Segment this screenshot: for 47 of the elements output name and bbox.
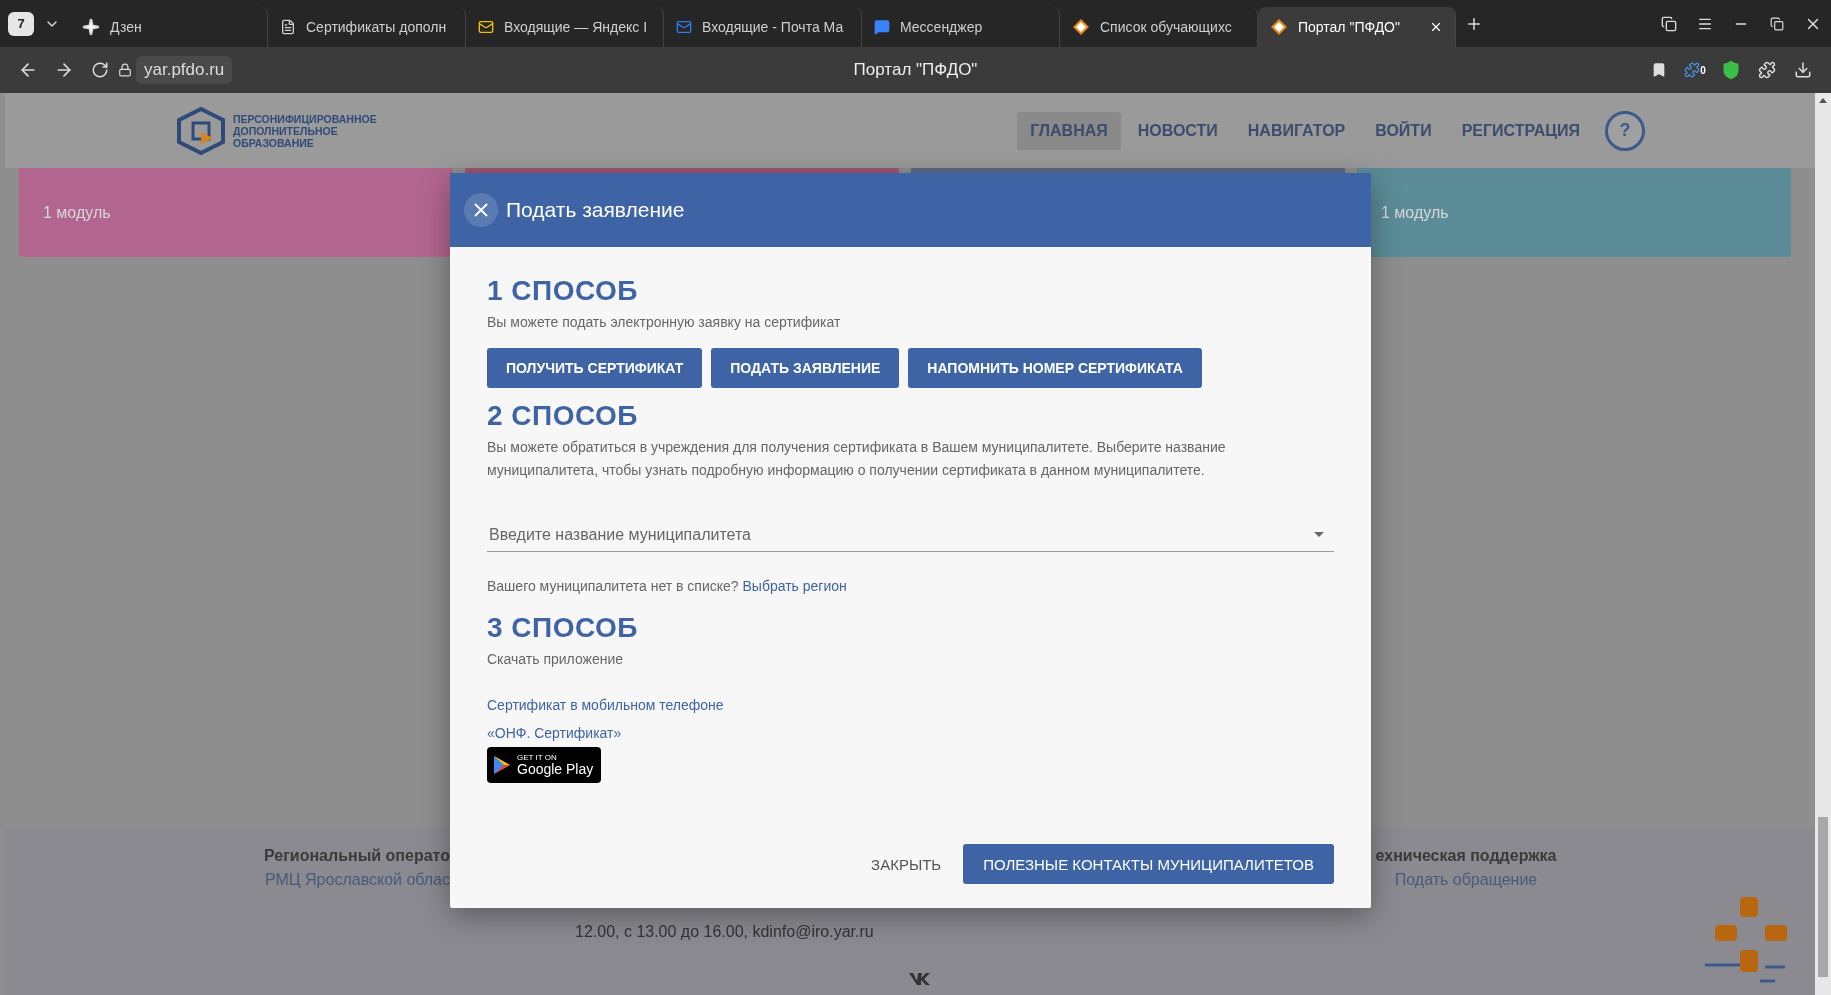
logo-icon: [175, 105, 227, 156]
browser-tab[interactable]: Портал "ПФДО": [1258, 7, 1456, 47]
dialog-title: Подать заявление: [506, 198, 685, 222]
card-label: 1 модуль: [1381, 203, 1449, 222]
card-label: 1 модуль: [43, 203, 111, 222]
page-title: Портал "ПФДО": [853, 60, 978, 80]
footer-title: ехническая поддержка: [1375, 847, 1557, 865]
contacts-button[interactable]: ПОЛЕЗНЫЕ КОНТАКТЫ МУНИЦИПАЛИТЕТОВ: [963, 844, 1334, 884]
action-button[interactable]: ПОЛУЧИТЬ СЕРТИФИКАТ: [487, 348, 703, 388]
close-button[interactable]: ЗАКРЫТЬ: [859, 844, 954, 884]
section-heading: 2 СПОСОБ: [487, 400, 639, 432]
close-button[interactable]: [464, 193, 498, 227]
section-text: Скачать приложение: [487, 650, 625, 669]
section-heading: 3 СПОСОБ: [487, 612, 639, 644]
nav-link[interactable]: РЕГИСТРАЦИЯ: [1448, 111, 1593, 150]
google-play-badge[interactable]: GET IT ON Google Play: [487, 747, 601, 783]
address-field[interactable]: yar.pfdo.ru: [136, 56, 233, 84]
footer-title: Региональный операто: [263, 847, 450, 865]
action-button[interactable]: ПОДАТЬ ЗАЯВЛЕНИЕ: [711, 348, 900, 388]
tab-counter[interactable]: 7: [8, 11, 34, 36]
app-link[interactable]: Сертификат в мобильном телефоне: [487, 697, 1334, 713]
municipality-field[interactable]: Введите название муниципалитета: [487, 524, 1314, 545]
hint-text: Вашего муниципалитета нет в списке? Выбрать регион: [487, 578, 848, 594]
logo-text: ПЕРСОНИФИЦИРОВАННОЕ ДОПОЛНИТЕЛЬНОЕ ОБРАЗОВАНИЕ: [233, 112, 377, 149]
mail-icon: [478, 19, 494, 35]
chat-icon: [874, 19, 890, 35]
document-icon: [280, 19, 296, 35]
section-text: Вы можете подать электронную заявку на сертификат: [487, 313, 842, 332]
footer-text: 12.00, с 13.00 до 16.00, kdinfo@iro.yar.ru: [575, 923, 874, 941]
close-icon[interactable]: [1429, 20, 1443, 34]
section-text: Вы можете обратиться в учреждения для получения сертификата в Вашем муниципалитете. Выберите название муниципалитета, чтобы узнать подробную информацию о получении сертификата в данном муниципалитете.: [487, 438, 1227, 480]
caret-icon: [1314, 532, 1324, 537]
app-link[interactable]: «ОНФ. Сертификат»: [487, 725, 1334, 741]
diamond-logo-icon: [1270, 18, 1288, 36]
lock-icon: [118, 63, 132, 77]
section-heading: 1 СПОСОБ: [487, 275, 639, 307]
nav-link[interactable]: НАВИГАТОР: [1234, 111, 1359, 150]
mail-icon: [676, 19, 692, 35]
extension-badge[interactable]: 0: [1677, 55, 1713, 85]
sparkle-icon: [82, 18, 100, 36]
region-link[interactable]: Выбрать регион: [742, 578, 847, 594]
scroll-up-icon[interactable]: [1819, 98, 1827, 103]
action-button[interactable]: НАПОМНИТЬ НОМЕР СЕРТИФИКАТА: [908, 348, 1202, 388]
nav-link[interactable]: НОВОСТИ: [1124, 111, 1231, 150]
diamond-logo-icon: [1072, 18, 1090, 36]
scrollbar-thumb[interactable]: [1818, 817, 1828, 977]
nav-link[interactable]: ВОЙТИ: [1362, 111, 1445, 150]
